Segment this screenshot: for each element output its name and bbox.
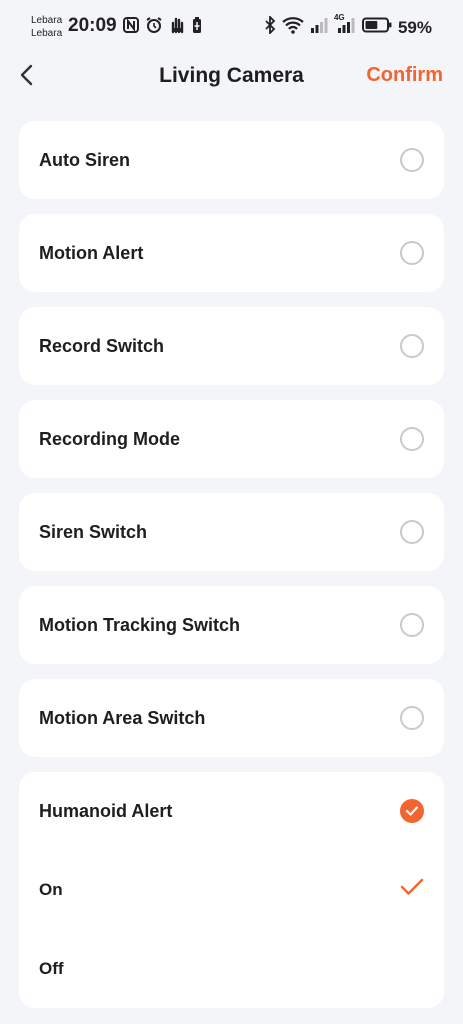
carrier-2: Lebara: [31, 28, 63, 39]
system-icons: 4G 59%: [264, 13, 432, 39]
option-recording-mode[interactable]: Recording Mode: [19, 400, 444, 478]
option-record-switch[interactable]: Record Switch: [19, 307, 444, 385]
network-type-label: 4G: [333, 13, 345, 22]
carrier-1: Lebara: [31, 15, 63, 26]
option-label: Auto Siren: [39, 149, 131, 170]
radio-unchecked-icon[interactable]: [400, 241, 424, 265]
option-label: Record Switch: [39, 335, 165, 356]
radio-unchecked-icon[interactable]: [400, 334, 424, 358]
radio-unchecked-icon[interactable]: [400, 520, 424, 544]
signal-1-icon: [310, 17, 328, 38]
option-label: Motion Area Switch: [39, 707, 206, 728]
battery-icon: [361, 17, 392, 38]
option-motion-tracking-switch[interactable]: Motion Tracking Switch: [19, 586, 444, 664]
nfc-icon: [122, 16, 140, 39]
wifi-icon: [282, 16, 304, 39]
checkmark-icon: [400, 878, 424, 901]
signal-2-icon: 4G: [334, 13, 356, 38]
radio-unchecked-icon[interactable]: [400, 706, 424, 730]
option-auto-siren[interactable]: Auto Siren: [19, 121, 444, 199]
option-label: Recording Mode: [39, 428, 181, 449]
battery-saver-icon: [191, 16, 203, 39]
carrier-names: Lebara Lebara: [31, 14, 62, 40]
battery-percent: 59%: [397, 17, 432, 37]
radio-unchecked-icon[interactable]: [400, 148, 424, 172]
header: Living Camera Confirm: [0, 52, 463, 102]
value-label: Off: [39, 958, 64, 978]
option-label: Humanoid Alert: [39, 800, 173, 821]
value-label: On: [39, 879, 63, 899]
radio-checked-icon[interactable]: [400, 799, 424, 823]
option-label: Siren Switch: [39, 521, 148, 542]
bluetooth-icon: [264, 14, 276, 39]
alarm-icon: [145, 16, 163, 39]
option-label: Motion Alert: [39, 242, 144, 263]
status-bar: Lebara Lebara 20:09 4G 59%: [0, 0, 463, 52]
option-humanoid-alert-expanded: Humanoid Alert On Off: [19, 772, 444, 1008]
clock: 20:09: [68, 15, 117, 36]
confirm-button[interactable]: Confirm: [366, 64, 443, 87]
option-list: Auto Siren Motion Alert Record Switch Re…: [19, 121, 444, 1008]
option-humanoid-alert[interactable]: Humanoid Alert: [39, 772, 424, 850]
option-motion-area-switch[interactable]: Motion Area Switch: [19, 679, 444, 757]
option-siren-switch[interactable]: Siren Switch: [19, 493, 444, 571]
radio-unchecked-icon[interactable]: [400, 427, 424, 451]
option-motion-alert[interactable]: Motion Alert: [19, 214, 444, 292]
option-label: Motion Tracking Switch: [39, 614, 241, 635]
value-option-on[interactable]: On: [39, 850, 424, 929]
notification-icons: [122, 16, 203, 39]
value-option-off[interactable]: Off: [39, 929, 424, 1008]
radio-unchecked-icon[interactable]: [400, 613, 424, 637]
hand-icon: [168, 16, 186, 39]
